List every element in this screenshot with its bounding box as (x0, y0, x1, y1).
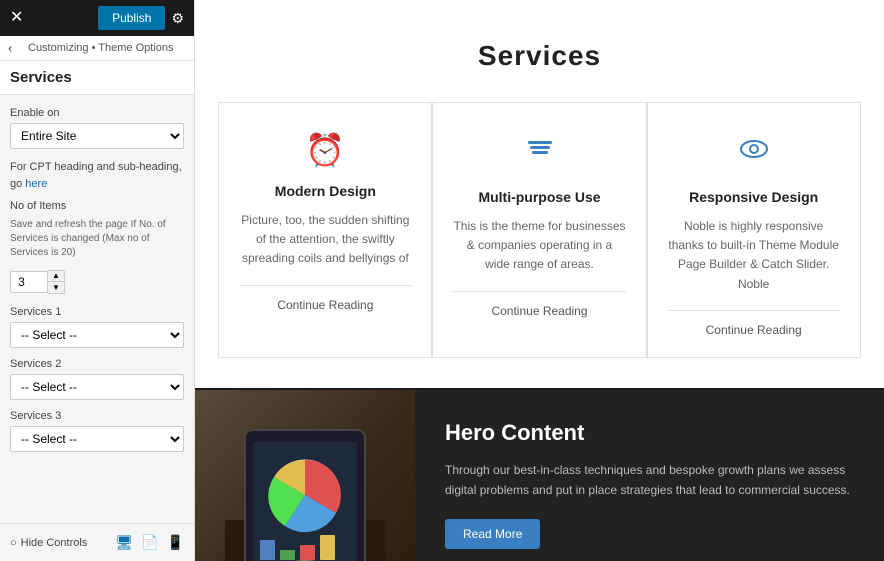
hide-controls-circle-icon: ○ (10, 537, 17, 549)
mobile-icon-button[interactable]: 📱 (167, 534, 184, 551)
save-hint: Save and refresh the page If No. of Serv… (10, 218, 184, 260)
service-2-icon (453, 131, 625, 175)
spin-up-button[interactable]: ▲ (48, 271, 64, 282)
panel-title: Services (0, 61, 194, 95)
top-bar: ✕ Publish ⚙ (0, 0, 194, 36)
enable-on-select[interactable]: Entire Site (10, 123, 184, 149)
enable-on-label: Enable on (10, 107, 184, 119)
desktop-icon-button[interactable]: 🖥 (115, 534, 133, 551)
service-3-icon (668, 131, 840, 175)
bottom-icons: 🖥 📄 📱 (115, 534, 184, 551)
services-2-select[interactable]: -- Select -- (10, 374, 184, 400)
service-1-desc: Picture, too, the sudden shifting of the… (239, 211, 411, 269)
service-2-desc: This is the theme for businesses & compa… (453, 217, 625, 275)
service-3-name: Responsive Design (668, 189, 840, 205)
services-1-select[interactable]: -- Select -- (10, 322, 184, 348)
service-1-name: Modern Design (239, 183, 411, 199)
bottom-bar: ○ Hide Controls 🖥 📄 📱 (0, 523, 194, 561)
service-1-icon: ⏰ (239, 131, 411, 169)
services-heading: Services (215, 40, 864, 72)
number-input-wrap: ▲ ▼ (10, 270, 184, 294)
services-1-label: Services 1 (10, 306, 184, 318)
panel-content: Enable on Entire Site For CPT heading an… (0, 95, 194, 523)
breadcrumb-bar: ‹ Customizing • Theme Options (0, 36, 194, 61)
service-3-link[interactable]: Continue Reading (668, 310, 840, 337)
services-2-group: Services 2 -- Select -- (10, 358, 184, 410)
hero-section: Hero Content Through our best-in-class t… (195, 390, 884, 561)
services-1-group: Services 1 -- Select -- (10, 306, 184, 358)
services-3-group: Services 3 -- Select -- (10, 410, 184, 462)
service-card-2: Multi-purpose Use This is the theme for … (432, 102, 646, 358)
no-items-input[interactable] (10, 271, 48, 293)
publish-button[interactable]: Publish (98, 6, 165, 30)
hero-desc: Through our best-in-class techniques and… (445, 460, 854, 501)
hero-content-text: Hero Content Through our best-in-class t… (415, 390, 884, 561)
service-card-3: Responsive Design Noble is highly respon… (647, 102, 861, 358)
tablet-illustration (225, 400, 385, 561)
services-section: Services ⏰ Modern Design Picture, too, t… (195, 0, 884, 388)
spin-down-button[interactable]: ▼ (48, 282, 64, 293)
breadcrumb-back-button[interactable]: ‹ (8, 41, 12, 56)
hero-image (195, 390, 415, 561)
tablet-icon-button[interactable]: 📄 (141, 534, 158, 551)
cpt-hint: For CPT heading and sub-heading, go here (10, 159, 184, 192)
service-card-1: ⏰ Modern Design Picture, too, the sudden… (218, 102, 432, 358)
cpt-hint-link[interactable]: here (25, 178, 47, 190)
hide-controls-button[interactable]: ○ Hide Controls (10, 537, 87, 549)
settings-icon[interactable]: ⚙ (171, 10, 184, 27)
services-cards: ⏰ Modern Design Picture, too, the sudden… (215, 102, 864, 358)
hero-title: Hero Content (445, 420, 854, 446)
breadcrumb-path: Customizing • Theme Options (28, 42, 174, 54)
hero-image-placeholder (195, 390, 415, 561)
left-panel: ✕ Publish ⚙ ‹ Customizing • Theme Option… (0, 0, 195, 561)
close-button[interactable]: ✕ (10, 10, 23, 26)
services-2-label: Services 2 (10, 358, 184, 370)
no-items-label: No of Items (10, 200, 184, 212)
right-panel: Services ⏰ Modern Design Picture, too, t… (195, 0, 884, 561)
services-3-label: Services 3 (10, 410, 184, 422)
number-spinners: ▲ ▼ (48, 270, 65, 294)
service-2-link[interactable]: Continue Reading (453, 291, 625, 318)
read-more-button[interactable]: Read More (445, 519, 540, 549)
hide-controls-label: Hide Controls (21, 537, 88, 549)
services-3-select[interactable]: -- Select -- (10, 426, 184, 452)
service-1-link[interactable]: Continue Reading (239, 285, 411, 312)
service-3-desc: Noble is highly responsive thanks to bui… (668, 217, 840, 294)
service-2-name: Multi-purpose Use (453, 189, 625, 205)
